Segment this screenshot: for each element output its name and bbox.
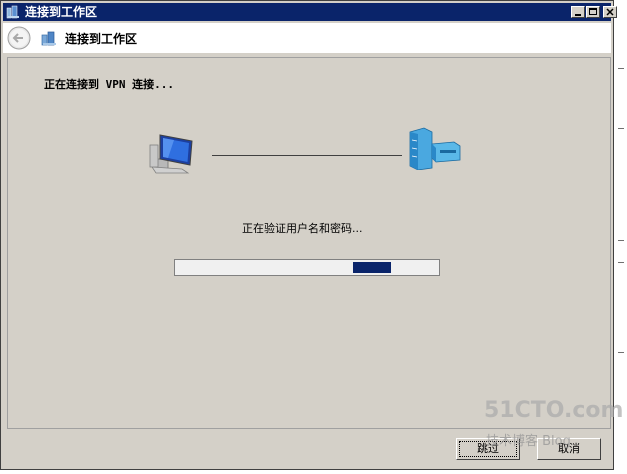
background-tick bbox=[618, 262, 624, 263]
back-button[interactable] bbox=[7, 26, 31, 50]
network-app-icon bbox=[6, 5, 20, 19]
server-icon bbox=[408, 126, 464, 171]
background-tick bbox=[618, 68, 624, 69]
background-tick bbox=[618, 128, 624, 129]
status-message: 正在验证用户名和密码... bbox=[242, 222, 363, 235]
close-button[interactable] bbox=[603, 6, 617, 18]
title-bar[interactable]: 连接到工作区 bbox=[3, 3, 617, 21]
background-tick bbox=[618, 352, 624, 353]
watermark-logo: 51CTO.com bbox=[484, 398, 624, 423]
back-arrow-icon bbox=[7, 26, 31, 50]
background-tick bbox=[618, 240, 624, 241]
minimize-button[interactable] bbox=[571, 6, 585, 18]
progress-bar bbox=[174, 259, 440, 276]
connection-line bbox=[212, 155, 402, 156]
maximize-icon bbox=[589, 8, 597, 15]
computer-icon bbox=[148, 131, 196, 175]
connecting-heading: 正在连接到 VPN 连接... bbox=[44, 78, 174, 91]
progress-bar-fill bbox=[353, 262, 391, 273]
watermark-subtitle: 技术博客 Blog bbox=[486, 434, 571, 449]
maximize-button[interactable] bbox=[586, 6, 600, 18]
minimize-icon bbox=[575, 14, 581, 16]
navigation-bar: 连接到工作区 bbox=[3, 23, 611, 53]
page-title: 连接到工作区 bbox=[65, 32, 138, 46]
close-icon bbox=[606, 8, 614, 16]
network-icon bbox=[41, 30, 57, 46]
window-title: 连接到工作区 bbox=[25, 5, 98, 19]
content-pane: 正在连接到 VPN 连接... 正在验证用户名和密码... bbox=[7, 57, 611, 429]
